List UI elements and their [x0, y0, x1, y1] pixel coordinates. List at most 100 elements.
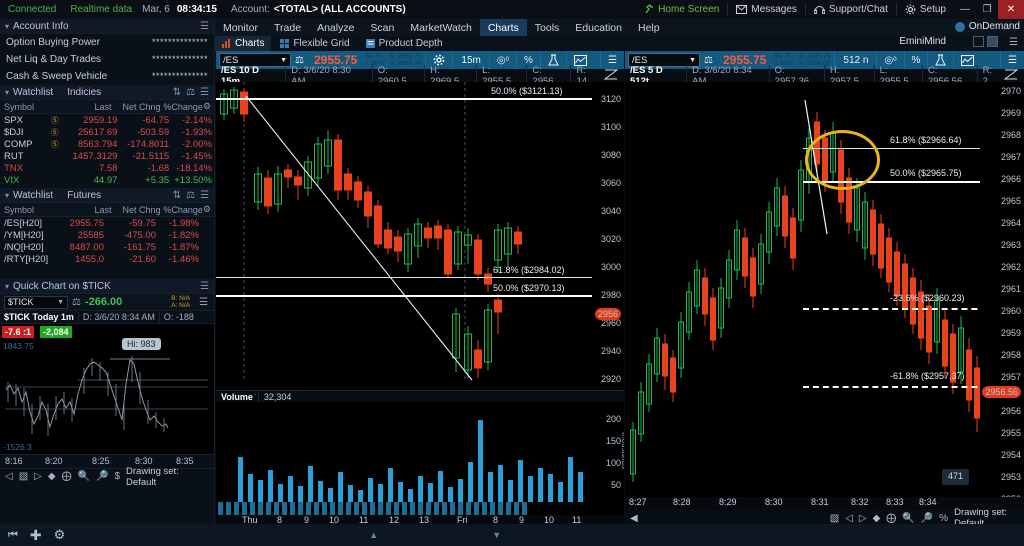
subtab-product-depth[interactable]: Product Depth: [359, 36, 450, 51]
zoom-in-icon[interactable]: 🔍: [902, 513, 914, 524]
chevron-down-icon[interactable]: ▾: [0, 282, 13, 291]
account-row[interactable]: Cash & Sweep Vehicle **************: [0, 68, 214, 85]
setup-button[interactable]: Setup: [897, 0, 954, 19]
quick-chart-header[interactable]: ▾ Quick Chart on $TICK ☰: [0, 279, 214, 294]
add-icon[interactable]: ✚: [30, 527, 42, 544]
menu-item-charts[interactable]: Charts: [480, 19, 527, 36]
crosshair-icon[interactable]: ⨁: [62, 471, 72, 482]
restore-button[interactable]: ❐: [976, 0, 998, 19]
pan-icon[interactable]: ◆: [48, 471, 56, 482]
chevron-down-icon[interactable]: ▼: [689, 57, 696, 64]
chart-right-price-axis[interactable]: 2970 2969 2968 2967 2966 2965 2964 2963 …: [980, 82, 1024, 497]
chevron-down-icon[interactable]: ▼: [280, 57, 287, 64]
account-info-header[interactable]: ▾ Account Info ☰: [0, 19, 214, 34]
account-row[interactable]: Net Liq & Day Trades **************: [0, 51, 214, 68]
scroll-down-icon[interactable]: ▼: [492, 530, 501, 540]
sort-icon[interactable]: ⇅: [173, 87, 181, 98]
menu-item-analyze[interactable]: Analyze: [309, 19, 362, 36]
hamburger-icon[interactable]: ☰: [200, 21, 209, 32]
calendar-icon[interactable]: ▧: [19, 471, 28, 482]
menu-item-help[interactable]: Help: [630, 19, 668, 36]
watchlist-indices-header[interactable]: ▾ Watchlist Indicies ⇅ ⚖ ☰: [0, 85, 214, 100]
chart-right-plot[interactable]: 61.8% ($2966.64) 50.0% ($2965.75) -23.6%…: [625, 82, 1024, 497]
watchlist-row[interactable]: /YM[H20]25585-475.00-1.82%: [0, 229, 214, 241]
menu-item-monitor[interactable]: Monitor: [215, 19, 266, 36]
zoom-out-icon[interactable]: 🔎: [96, 471, 108, 482]
pan-icon[interactable]: ◆: [873, 513, 881, 524]
link-icon[interactable]: ⚖: [186, 87, 195, 98]
chevron-down-icon[interactable]: ▾: [0, 22, 13, 31]
watchlist-futures-header[interactable]: ▾ Watchlist Futures ⇅ ⚖ ☰: [0, 188, 214, 203]
chevron-down-icon[interactable]: ▾: [0, 88, 13, 97]
account-selector[interactable]: <TOTAL> (ALL ACCOUNTS): [270, 4, 406, 15]
hamburger-icon[interactable]: ☰: [200, 190, 209, 201]
column-net-chng[interactable]: Net Chng: [111, 205, 160, 215]
calendar-icon[interactable]: ▧: [830, 513, 839, 524]
chart-left-volume-plot[interactable]: 200 150 100 50 thousands: [216, 402, 624, 502]
skip-start-icon[interactable]: ⏮: [8, 529, 18, 542]
scroll-left-icon[interactable]: ◀: [630, 513, 638, 524]
column-net-chng[interactable]: Net Chng: [111, 102, 160, 112]
quick-chart-symbol-input[interactable]: $TICK ▼: [4, 296, 68, 309]
layout-single-icon[interactable]: [973, 36, 984, 47]
crosshair-icon[interactable]: ⨁: [886, 513, 896, 524]
quick-chart-plot[interactable]: -7.6 :1 -2,084 1843.75 -1526.3 Hi: 983: [0, 324, 214, 454]
gear-icon[interactable]: ⚙: [203, 101, 214, 112]
chart-left-price-axis[interactable]: 3120 3100 3080 3060 3040 3020 3000 2980 …: [592, 82, 624, 390]
gear-icon[interactable]: ⚙: [54, 527, 66, 543]
support-chat-button[interactable]: Support/Chat: [806, 0, 896, 19]
watchlist-row[interactable]: COMPⓈ8563.794-174.8011-2.00%: [0, 138, 214, 150]
menu-item-scan[interactable]: Scan: [362, 19, 402, 36]
chevron-down-icon[interactable]: ▾: [0, 191, 13, 200]
menu-item-education[interactable]: Education: [567, 19, 630, 36]
chart-left-nav-strip[interactable]: [216, 502, 624, 515]
chevron-down-icon[interactable]: ▼: [57, 299, 64, 306]
chart-style-icon[interactable]: [1004, 69, 1024, 83]
home-screen-button[interactable]: Home Screen: [636, 0, 727, 19]
layout-split-icon[interactable]: [987, 36, 998, 47]
zoom-in-icon[interactable]: 🔍: [78, 471, 90, 482]
watchlist-row[interactable]: TNX7.58-1.68-18.14%: [0, 162, 214, 174]
subtab-flexible-grid[interactable]: Flexible Grid: [273, 36, 356, 51]
sort-icon[interactable]: ⇅: [173, 190, 181, 201]
quick-chart-drawing-set[interactable]: Drawing set: Default: [126, 466, 209, 488]
chart-style-icon[interactable]: [604, 69, 624, 83]
hamburger-icon[interactable]: ☰: [200, 281, 209, 292]
link-icon[interactable]: ⚖: [72, 297, 81, 308]
prev-icon[interactable]: ◁: [5, 471, 13, 482]
menu-item-trade[interactable]: Trade: [266, 19, 309, 36]
watchlist-row[interactable]: VIX44.97+5.35+13.50%: [0, 174, 214, 186]
bar-count-badge[interactable]: 471: [942, 469, 969, 485]
menu-item-tools[interactable]: Tools: [527, 19, 568, 36]
column-pct-change[interactable]: %Change: [161, 205, 203, 215]
watchlist-row[interactable]: RUT1457.3129-21.5115-1.45%: [0, 150, 214, 162]
close-button[interactable]: ✕: [998, 0, 1024, 19]
panel-menu-icon[interactable]: ☰: [1009, 37, 1018, 48]
hamburger-icon[interactable]: ☰: [199, 297, 208, 308]
gear-icon[interactable]: ⚙: [203, 204, 214, 215]
column-last[interactable]: Last: [59, 205, 112, 215]
minimize-button[interactable]: —: [954, 0, 976, 19]
messages-button[interactable]: Messages: [728, 0, 805, 19]
prev-icon[interactable]: ◁: [845, 513, 853, 524]
watchlist-row[interactable]: /RTY[H20]1455.0-21.60-1.46%: [0, 253, 214, 265]
column-pct-change[interactable]: %Change: [161, 102, 203, 112]
watchlist-row[interactable]: $DJIⓈ25617.69-503.59-1.93%: [0, 126, 214, 138]
watchlist-row[interactable]: SPXⓈ2959.19-64.75-2.14%: [0, 114, 214, 126]
account-row[interactable]: Option Buying Power **************: [0, 34, 214, 51]
watchlist-row[interactable]: /ES[H20]2955.75-59.75-1.98%: [0, 217, 214, 229]
hamburger-icon[interactable]: ☰: [200, 87, 209, 98]
next-icon[interactable]: ▷: [34, 471, 42, 482]
percent-icon[interactable]: %: [939, 513, 948, 524]
subtab-charts[interactable]: Charts: [215, 36, 271, 51]
column-symbol[interactable]: Symbol: [0, 102, 59, 112]
dollar-icon[interactable]: $: [114, 471, 120, 482]
column-last[interactable]: Last: [59, 102, 112, 112]
scroll-up-icon[interactable]: ▲: [369, 530, 378, 540]
highlight-ellipse[interactable]: [805, 130, 880, 190]
menu-item-marketwatch[interactable]: MarketWatch: [402, 19, 479, 36]
zoom-out-icon[interactable]: 🔎: [921, 513, 933, 524]
chart-left-plot[interactable]: 50.0% ($3121.13) 61.8% ($2984.02) 50.0% …: [216, 82, 624, 390]
ondemand-button[interactable]: OnDemand: [955, 19, 1020, 34]
link-icon[interactable]: ⚖: [186, 190, 195, 201]
